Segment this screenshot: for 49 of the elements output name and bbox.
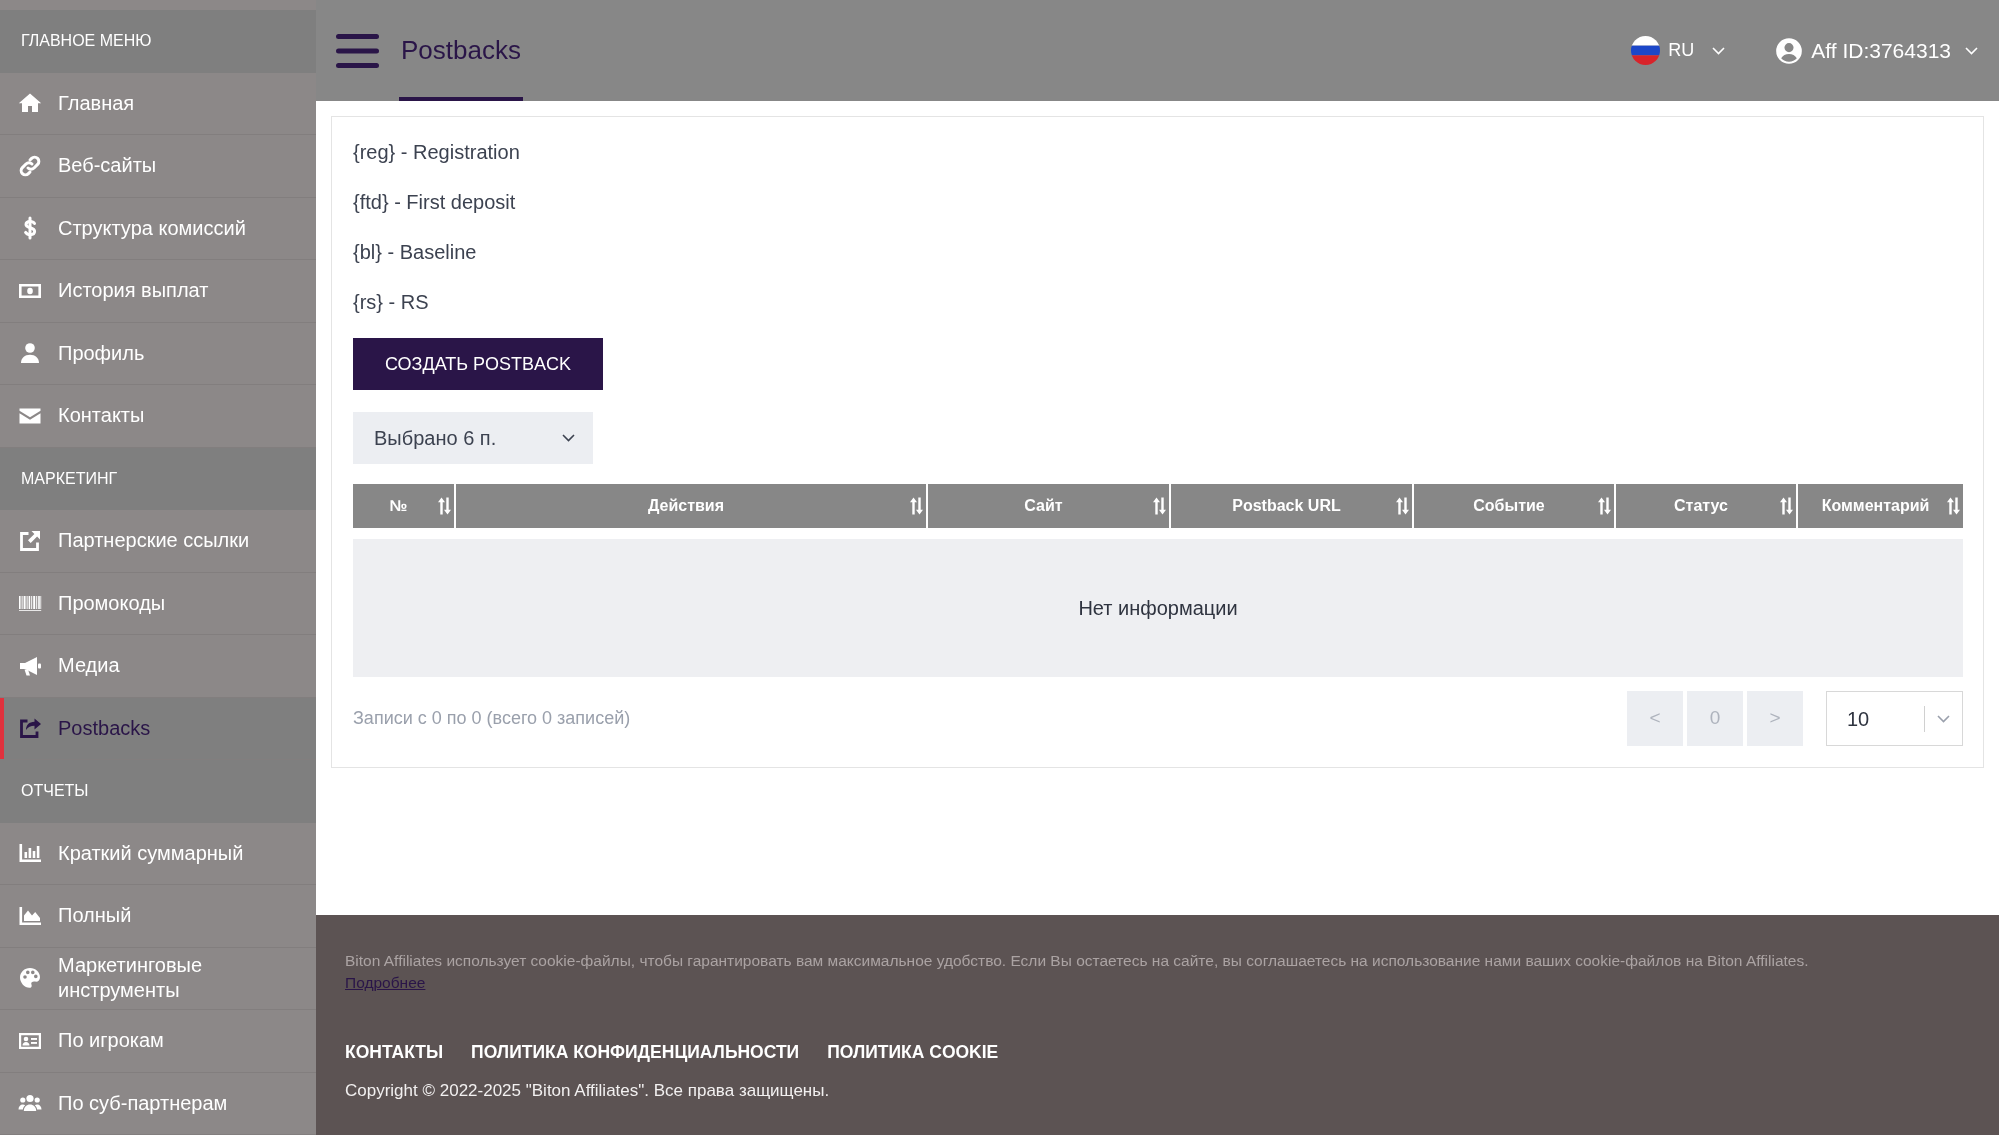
legend-text: {ftd} - First deposit	[353, 190, 517, 215]
columns-dropdown[interactable]: Выбрано 6 п.	[353, 412, 593, 464]
copyright-text: Copyright © 2022-2025 "Biton Affiliates". Все права защищены.	[345, 1080, 831, 1103]
account-menu[interactable]: Aff ID:3764313	[1775, 34, 1978, 67]
sort-icon[interactable]	[1396, 497, 1409, 515]
create-postback-button[interactable]: СОЗДАТЬ POSTBACK	[353, 338, 604, 390]
chevron-down-icon	[1937, 714, 1950, 723]
sort-icon[interactable]	[1947, 497, 1960, 515]
legend-text: {bl} - Baseline	[353, 240, 478, 265]
sidebar-item[interactable]: Контакты	[0, 385, 316, 448]
column-header[interactable]: Действия	[456, 484, 926, 528]
column-header[interactable]: Событие	[1414, 484, 1614, 528]
section-title: ОТЧЕТЫ	[21, 781, 89, 802]
page-number-button[interactable]: 0	[1687, 691, 1743, 746]
empty-message: Нет информации	[1078, 596, 1238, 621]
section-title: МАРКЕТИНГ	[21, 468, 118, 489]
sidebar-item[interactable]: Postbacks	[0, 697, 316, 760]
column-header[interactable]: Статус	[1616, 484, 1796, 528]
footer-link[interactable]: ПОЛИТИКА COOKIE	[827, 1039, 999, 1066]
column-header[interactable]: Postback URL	[1171, 484, 1412, 528]
external-link-icon	[18, 528, 42, 553]
page-size-select[interactable]: 10	[1826, 691, 1963, 746]
column-header[interactable]: Сайт	[928, 484, 1169, 528]
footer-link[interactable]: КОНТАКТЫ	[345, 1039, 444, 1066]
chevron-down-icon	[562, 434, 575, 442]
sort-icon[interactable]	[1780, 497, 1793, 515]
chevron-down-icon	[1712, 46, 1726, 55]
legend-text: {reg} - Registration	[353, 140, 521, 165]
palette-icon	[18, 966, 42, 991]
footer-link[interactable]: ПОЛИТИКА КОНФИДЕНЦИАЛЬНОСТИ	[471, 1039, 800, 1066]
language-selector[interactable]: RU	[1631, 36, 1726, 65]
user-avatar-icon	[1775, 36, 1804, 65]
sort-icon[interactable]	[438, 497, 451, 515]
legend-text: {rs} - RS	[353, 290, 430, 315]
sort-icon[interactable]	[1598, 497, 1611, 515]
column-header[interactable]: №	[353, 484, 454, 528]
menu-icon[interactable]	[336, 33, 379, 68]
records-summary: Записи с 0 по 0 (всего 0 записей)	[353, 707, 631, 730]
share-icon	[18, 716, 42, 741]
sort-icon[interactable]	[910, 497, 923, 515]
cookie-notice: Biton Affiliates использует cookie-файлы, чтобы гарантировать вам максимальное удобство. Если Вы остаетесь на сайте, вы соглашаетесь на использование нами ваших cookie-файлов на Biton Affiliates.	[345, 951, 1810, 971]
section-title: ГЛАВНОЕ МЕНЮ	[21, 31, 152, 52]
sort-icon[interactable]	[1153, 497, 1166, 515]
link-icon	[18, 153, 42, 178]
more-link[interactable]: Подробнее	[345, 974, 426, 991]
column-header[interactable]: Комментарий	[1798, 484, 1963, 528]
chevron-down-icon	[1965, 46, 1978, 55]
flag-icon	[1631, 36, 1661, 65]
user-icon	[18, 341, 42, 366]
